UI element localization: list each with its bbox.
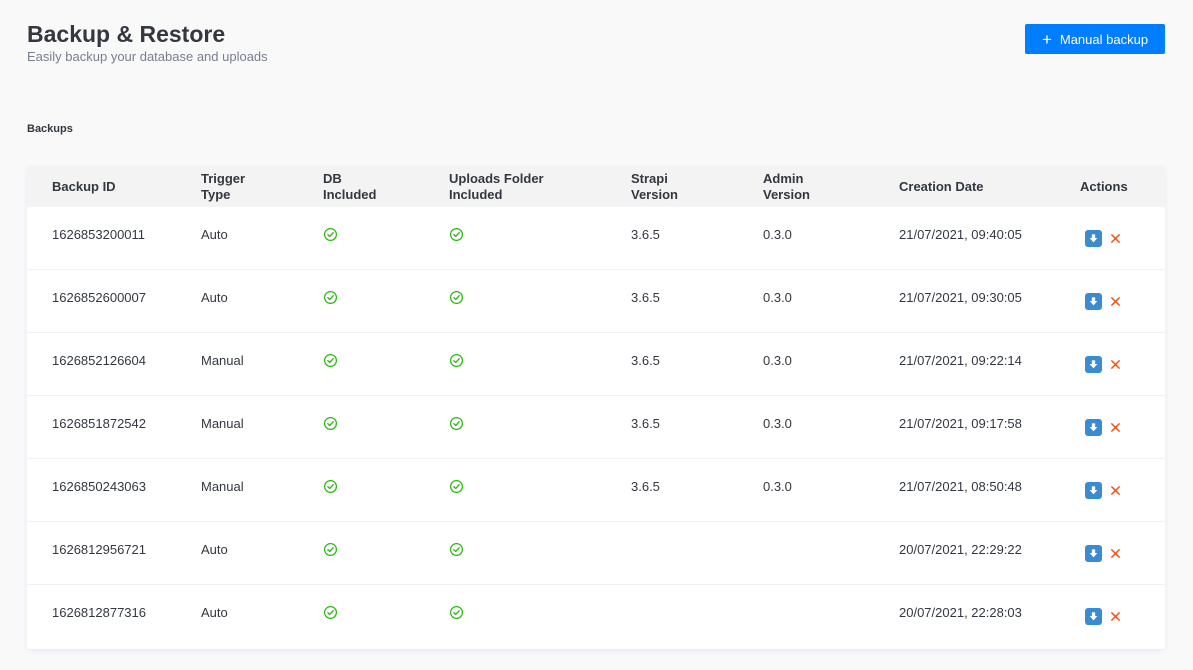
- db-included-check-icon: [323, 207, 338, 261]
- page-subtitle: Easily backup your database and uploads: [27, 49, 268, 64]
- uploads-included-check-icon: [449, 459, 464, 513]
- table-row: 1626853200011 Auto 3.6.5 0.3.0 21/07/2021, 0…: [27, 207, 1165, 270]
- column-header-trigger-type: Trigger Type: [201, 170, 246, 202]
- row-actions: [1085, 230, 1122, 247]
- close-icon[interactable]: [1108, 295, 1122, 309]
- close-icon[interactable]: [1108, 547, 1122, 561]
- admin-version: 0.3.0: [763, 352, 792, 368]
- trigger-type: Auto: [201, 289, 228, 305]
- column-header-db-included: DB Included: [323, 170, 377, 202]
- download-icon[interactable]: [1085, 419, 1102, 436]
- uploads-included-check-icon: [449, 333, 464, 387]
- download-icon[interactable]: [1085, 293, 1102, 310]
- row-actions: [1085, 545, 1122, 562]
- column-header-admin-version: Admin Version: [763, 170, 810, 202]
- column-header-creation-date: Creation Date: [899, 178, 984, 194]
- creation-date: 20/07/2021, 22:28:03: [899, 604, 1022, 620]
- close-icon[interactable]: [1108, 484, 1122, 498]
- creation-date: 21/07/2021, 09:30:05: [899, 289, 1022, 305]
- admin-version: 0.3.0: [763, 415, 792, 431]
- table-row: 1626812956721 Auto 20/07/2021, 22:29:22: [27, 522, 1165, 585]
- close-icon[interactable]: [1108, 610, 1122, 624]
- db-included-check-icon: [323, 333, 338, 387]
- uploads-included-check-icon: [449, 396, 464, 450]
- creation-date: 21/07/2021, 09:17:58: [899, 415, 1022, 431]
- table-row: 1626851872542 Manual 3.6.5 0.3.0 21/07/2021,…: [27, 396, 1165, 459]
- uploads-included-check-icon: [449, 207, 464, 261]
- db-included-check-icon: [323, 396, 338, 450]
- admin-version: 0.3.0: [763, 226, 792, 242]
- trigger-type: Auto: [201, 541, 228, 557]
- backup-id: 1626850243063: [52, 478, 146, 494]
- trigger-type: Auto: [201, 604, 228, 620]
- close-icon[interactable]: [1108, 421, 1122, 435]
- download-icon[interactable]: [1085, 545, 1102, 562]
- row-actions: [1085, 608, 1122, 625]
- plus-icon: +: [1041, 29, 1052, 49]
- download-icon[interactable]: [1085, 356, 1102, 373]
- backup-id: 1626851872542: [52, 415, 146, 431]
- trigger-type: Manual: [201, 478, 244, 494]
- section-label: Backups: [27, 123, 73, 135]
- trigger-type: Manual: [201, 352, 244, 368]
- strapi-version: 3.6.5: [631, 415, 660, 431]
- strapi-version: 3.6.5: [631, 478, 660, 494]
- strapi-version: 3.6.5: [631, 352, 660, 368]
- download-icon[interactable]: [1085, 482, 1102, 499]
- download-icon[interactable]: [1085, 230, 1102, 247]
- trigger-type: Auto: [201, 226, 228, 242]
- uploads-included-check-icon: [449, 270, 464, 324]
- table-header: Backup ID Trigger Type DB Included Uploa…: [27, 166, 1165, 207]
- row-actions: [1085, 293, 1122, 310]
- backups-table: Backup ID Trigger Type DB Included Uploa…: [27, 166, 1165, 649]
- row-actions: [1085, 419, 1122, 436]
- manual-backup-button[interactable]: + Manual backup: [1025, 24, 1165, 54]
- creation-date: 20/07/2021, 22:29:22: [899, 541, 1022, 557]
- download-icon[interactable]: [1085, 608, 1102, 625]
- backup-id: 1626852600007: [52, 289, 146, 305]
- row-actions: [1085, 356, 1122, 373]
- db-included-check-icon: [323, 585, 338, 639]
- backup-id: 1626812877316: [52, 604, 146, 620]
- table-row: 1626852600007 Auto 3.6.5 0.3.0 21/07/2021, 0…: [27, 270, 1165, 333]
- creation-date: 21/07/2021, 09:40:05: [899, 226, 1022, 242]
- backup-id: 1626812956721: [52, 541, 146, 557]
- table-row: 1626812877316 Auto 20/07/2021, 22:28:03: [27, 585, 1165, 648]
- close-icon[interactable]: [1108, 358, 1122, 372]
- backup-id: 1626852126604: [52, 352, 146, 368]
- column-header-strapi-version: Strapi Version: [631, 170, 678, 202]
- db-included-check-icon: [323, 459, 338, 513]
- table-row: 1626850243063 Manual 3.6.5 0.3.0 21/07/2021,…: [27, 459, 1165, 522]
- creation-date: 21/07/2021, 09:22:14: [899, 352, 1022, 368]
- table-body: 1626853200011 Auto 3.6.5 0.3.0 21/07/2021, 0…: [27, 207, 1165, 648]
- table-row: 1626852126604 Manual 3.6.5 0.3.0 21/07/2021,…: [27, 333, 1165, 396]
- column-header-backup-id: Backup ID: [52, 178, 116, 194]
- manual-backup-label: Manual backup: [1059, 31, 1149, 47]
- trigger-type: Manual: [201, 415, 244, 431]
- db-included-check-icon: [323, 270, 338, 324]
- backup-id: 1626853200011: [52, 226, 146, 242]
- admin-version: 0.3.0: [763, 289, 792, 305]
- uploads-included-check-icon: [449, 585, 464, 639]
- strapi-version: 3.6.5: [631, 289, 660, 305]
- uploads-included-check-icon: [449, 522, 464, 576]
- db-included-check-icon: [323, 522, 338, 576]
- strapi-version: 3.6.5: [631, 226, 660, 242]
- row-actions: [1085, 482, 1122, 499]
- page-title: Backup & Restore: [27, 21, 226, 47]
- creation-date: 21/07/2021, 08:50:48: [899, 478, 1022, 494]
- column-header-uploads-included: Uploads Folder Included: [449, 170, 544, 202]
- column-header-actions: Actions: [1080, 178, 1128, 194]
- close-icon[interactable]: [1108, 232, 1122, 246]
- admin-version: 0.3.0: [763, 478, 792, 494]
